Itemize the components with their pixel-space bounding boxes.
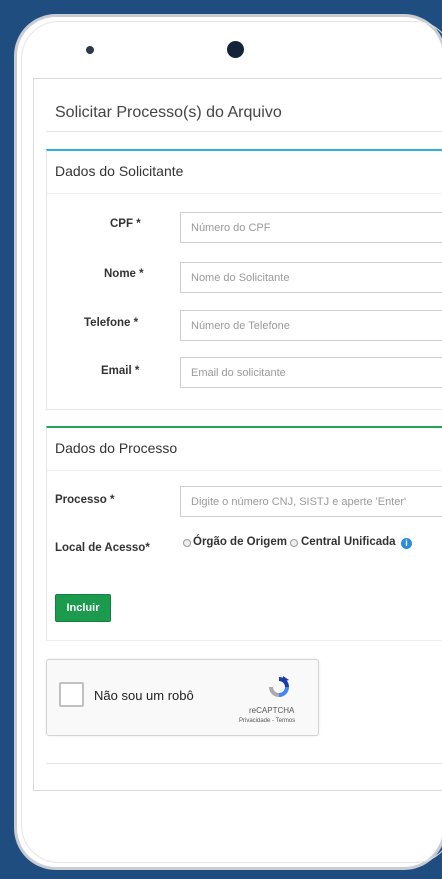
central-unificada-label[interactable]: Central Unificada xyxy=(301,536,396,548)
central-unificada-radio[interactable] xyxy=(290,539,298,547)
local-acesso-label: Local de Acesso* xyxy=(55,542,150,554)
orgao-origem-label[interactable]: Órgão de Origem xyxy=(193,536,287,548)
app-screen: Solicitar Processo(s) do Arquivo Dados d… xyxy=(33,78,442,791)
speaker-dot xyxy=(86,46,94,54)
panel-divider xyxy=(47,640,442,641)
camera-lens xyxy=(227,41,244,58)
processo-label: Processo * xyxy=(55,494,115,506)
solicitante-heading: Dados do Solicitante xyxy=(55,163,184,179)
solicitante-panel: Dados do Solicitante CPF * Nome * Telefo… xyxy=(46,149,442,410)
recaptcha-brand: reCAPTCHA xyxy=(249,706,295,715)
email-label: Email * xyxy=(101,365,140,377)
cpf-label: CPF * xyxy=(110,218,141,230)
cpf-input[interactable] xyxy=(180,212,442,243)
nome-label: Nome * xyxy=(104,268,144,280)
info-circle-icon[interactable]: i xyxy=(401,538,412,549)
bottom-divider xyxy=(46,763,442,764)
orgao-origem-radio[interactable] xyxy=(183,539,191,547)
processo-panel: Dados do Processo Processo * Local de Ac… xyxy=(46,426,442,641)
recaptcha-logo-icon xyxy=(269,676,289,697)
panel-divider xyxy=(47,470,442,471)
processo-input[interactable] xyxy=(180,486,442,517)
recaptcha-label: Não sou um robô xyxy=(94,688,194,703)
email-input[interactable] xyxy=(180,357,442,388)
recaptcha-widget: Não sou um robô reCAPTCHA Privacidade - … xyxy=(46,659,319,736)
title-divider xyxy=(46,131,442,132)
nome-input[interactable] xyxy=(180,262,442,293)
incluir-button[interactable]: Incluir xyxy=(55,594,111,622)
telefone-input[interactable] xyxy=(180,310,442,341)
telefone-label: Telefone * xyxy=(84,317,139,329)
recaptcha-links[interactable]: Privacidade - Termos xyxy=(239,718,295,724)
processo-heading: Dados do Processo xyxy=(55,440,178,456)
recaptcha-checkbox[interactable] xyxy=(59,682,84,707)
panel-divider xyxy=(47,193,442,194)
page-title: Solicitar Processo(s) do Arquivo xyxy=(55,104,282,121)
